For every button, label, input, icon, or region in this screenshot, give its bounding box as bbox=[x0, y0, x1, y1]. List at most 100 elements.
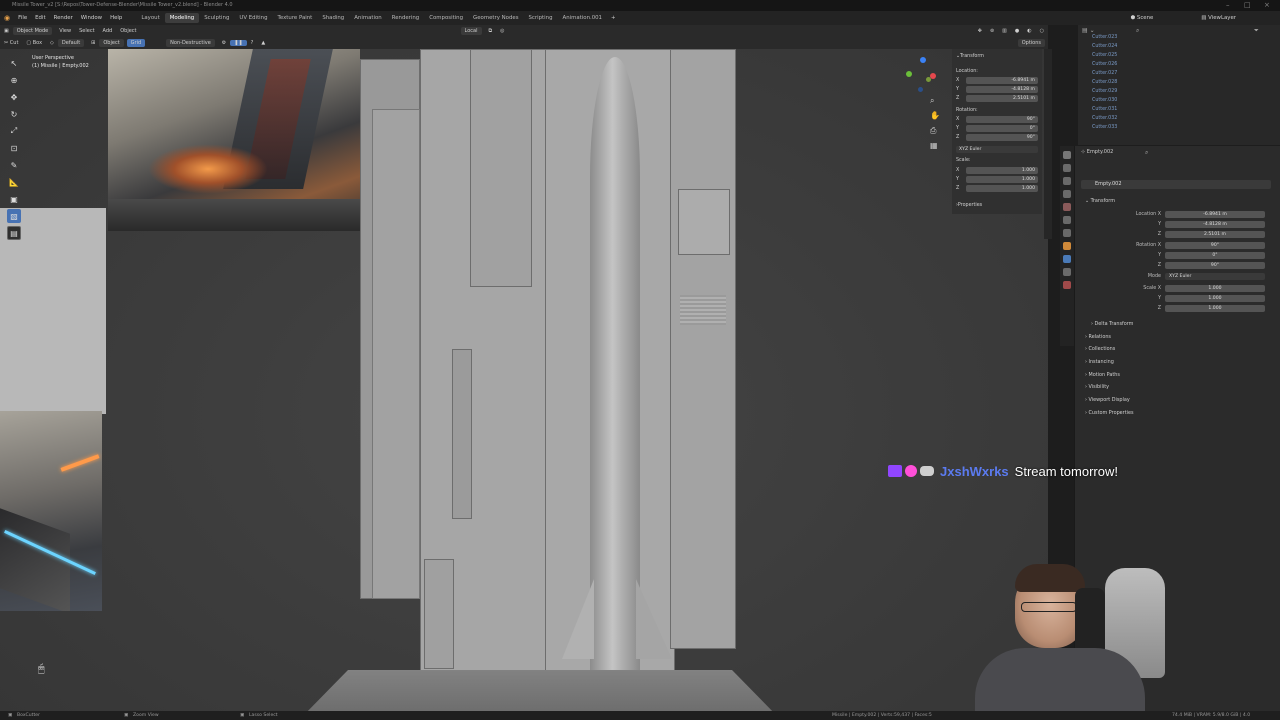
close-icon[interactable]: × bbox=[1264, 0, 1270, 11]
snap-icon[interactable]: ⧉ bbox=[485, 28, 497, 34]
select-tool-icon[interactable]: ↖ bbox=[7, 56, 21, 70]
location-y-field[interactable]: -4.8128 m bbox=[966, 85, 1038, 93]
tower-side-rail[interactable] bbox=[452, 349, 472, 519]
move-tool-icon[interactable]: ✥ bbox=[7, 90, 21, 104]
rotation-z-field[interactable]: 90° bbox=[966, 133, 1038, 141]
boxcutter-tool-icon[interactable]: ▧ bbox=[7, 209, 21, 223]
scale-x-field[interactable]: 1.000 bbox=[966, 166, 1038, 174]
cut-tool[interactable]: ✂ Cut bbox=[0, 40, 22, 46]
warning-icon[interactable]: ▲ bbox=[257, 40, 269, 46]
tab-modeling[interactable]: Modeling bbox=[164, 13, 200, 23]
transform-section[interactable]: ⌄ Transform bbox=[1085, 198, 1115, 204]
visibility-section[interactable]: › Visibility bbox=[1085, 384, 1109, 390]
transform-header[interactable]: ⌄ Transform bbox=[956, 52, 1038, 60]
missile-body[interactable] bbox=[590, 57, 640, 689]
align-icon[interactable]: ⊞ bbox=[87, 40, 99, 46]
rotation-y-field[interactable]: 0° bbox=[966, 124, 1038, 132]
delta-transform-section[interactable]: › Delta Transform bbox=[1091, 321, 1133, 327]
tower-right-hatch[interactable] bbox=[678, 189, 730, 255]
custom-properties-section[interactable]: › Custom Properties bbox=[1085, 410, 1134, 416]
menu-select[interactable]: Select bbox=[75, 28, 98, 34]
outliner[interactable]: ▤ ⌄ ⌕ ⏷ Cutter.023 Cutter.024 Cutter.025… bbox=[1078, 25, 1280, 145]
measure-tool-icon[interactable]: 📐 bbox=[7, 175, 21, 189]
annotate-tool-icon[interactable]: ✎ bbox=[7, 158, 21, 172]
blender-logo-icon[interactable]: ◉ bbox=[0, 14, 14, 22]
shading-rendered-icon[interactable]: ○ bbox=[1036, 28, 1048, 34]
location-z-field[interactable]: 2.5101 m bbox=[966, 94, 1038, 102]
properties-subpanel[interactable]: › Properties bbox=[956, 201, 1038, 209]
world-tab-icon[interactable] bbox=[1063, 216, 1071, 224]
boolean-mode-selector[interactable]: Non-Destructive bbox=[166, 38, 215, 47]
outliner-item[interactable]: Cutter.029 bbox=[1092, 89, 1117, 94]
scene-selector[interactable]: ⬢ Scene bbox=[1127, 15, 1158, 21]
view-layer-tab-icon[interactable] bbox=[1063, 190, 1071, 198]
prop-rotation-z[interactable]: 90° bbox=[1165, 262, 1265, 269]
menu-window[interactable]: Window bbox=[77, 15, 106, 21]
prop-scale-y[interactable]: 1.000 bbox=[1165, 295, 1265, 302]
outliner-editor-icon[interactable]: ▤ ⌄ bbox=[1082, 27, 1095, 34]
viewport-display-section[interactable]: › Viewport Display bbox=[1085, 397, 1130, 403]
tower-right-column[interactable] bbox=[670, 49, 736, 649]
data-tab-icon[interactable] bbox=[1063, 281, 1071, 289]
camera-icon[interactable]: ⎙ bbox=[930, 126, 936, 136]
shading-solid-icon[interactable]: ● bbox=[1011, 28, 1023, 34]
tab-animation-001[interactable]: Animation.001 bbox=[558, 13, 608, 23]
outliner-item[interactable]: Cutter.032 bbox=[1092, 116, 1117, 121]
rotation-x-field[interactable]: 90° bbox=[966, 115, 1038, 123]
prop-scale-z[interactable]: 1.000 bbox=[1165, 305, 1265, 312]
tab-layout[interactable]: Layout bbox=[136, 13, 164, 23]
orientation-selector[interactable]: Default bbox=[57, 38, 85, 47]
collection-tab-icon[interactable] bbox=[1063, 229, 1071, 237]
ortho-grid-icon[interactable]: ▦ bbox=[930, 141, 938, 150]
collections-section[interactable]: › Collections bbox=[1085, 346, 1115, 352]
tab-shading[interactable]: Shading bbox=[317, 13, 349, 23]
add-cube-tool-icon[interactable]: ▣ bbox=[7, 192, 21, 206]
scale-z-field[interactable]: 1.000 bbox=[966, 184, 1038, 192]
help-icon[interactable]: ? bbox=[247, 40, 258, 46]
object-selector[interactable]: Object bbox=[99, 38, 124, 47]
tab-geometry-nodes[interactable]: Geometry Nodes bbox=[468, 13, 523, 23]
minimize-icon[interactable]: – bbox=[1226, 0, 1230, 11]
location-x-field[interactable]: -6.8941 m bbox=[966, 76, 1038, 84]
sidebar-tabs[interactable] bbox=[1044, 49, 1052, 239]
tab-animation[interactable]: Animation bbox=[349, 13, 386, 23]
outliner-item[interactable]: Cutter.033 bbox=[1092, 125, 1117, 130]
prop-rotation-y[interactable]: 0° bbox=[1165, 252, 1265, 259]
object-name-field[interactable]: Empty.002 bbox=[1081, 180, 1271, 189]
outliner-item[interactable]: Cutter.027 bbox=[1092, 71, 1117, 76]
rotation-mode-select[interactable]: XYZ Euler bbox=[956, 145, 1038, 153]
overlay-icon[interactable]: ⊚ bbox=[986, 28, 998, 34]
render-tab-icon[interactable] bbox=[1063, 164, 1071, 172]
options-button[interactable]: Options bbox=[1017, 38, 1045, 47]
relations-section[interactable]: › Relations bbox=[1085, 334, 1111, 340]
outliner-item[interactable]: Cutter.030 bbox=[1092, 98, 1117, 103]
reference-image-top[interactable] bbox=[108, 49, 360, 231]
tower-left-panel[interactable] bbox=[372, 109, 420, 599]
outliner-item[interactable]: Cutter.023 bbox=[1092, 35, 1117, 40]
cursor-tool-icon[interactable]: ⊕ bbox=[7, 73, 21, 87]
maximize-icon[interactable]: □ bbox=[1244, 0, 1251, 11]
snap-grid-selector[interactable]: Grid bbox=[126, 38, 146, 47]
tool-tab-icon[interactable] bbox=[1063, 151, 1071, 159]
prop-location-x[interactable]: -6.8941 m bbox=[1165, 211, 1265, 218]
tab-uv-editing[interactable]: UV Editing bbox=[234, 13, 272, 23]
mode-selector[interactable]: Object Mode bbox=[12, 26, 53, 35]
pan-icon[interactable]: ✋ bbox=[930, 111, 940, 120]
tab-scripting[interactable]: Scripting bbox=[524, 13, 558, 23]
scale-y-field[interactable]: 1.000 bbox=[966, 175, 1038, 183]
viewport-gizmo-icon[interactable]: ✥ bbox=[974, 28, 986, 34]
filter-icon[interactable]: ⏷ bbox=[1254, 27, 1259, 35]
transform-tool-icon[interactable]: ⊡ bbox=[7, 141, 21, 155]
scale-tool-icon[interactable]: ⤢ bbox=[7, 124, 21, 138]
menu-render[interactable]: Render bbox=[50, 15, 77, 21]
hardops-tool-icon[interactable]: ▤ bbox=[7, 226, 21, 240]
outliner-search-icon[interactable]: ⌕ bbox=[1136, 27, 1139, 35]
viewlayer-selector[interactable]: ▤ ViewLayer bbox=[1197, 15, 1240, 21]
outliner-item[interactable]: Cutter.028 bbox=[1092, 80, 1117, 85]
outliner-item[interactable]: Cutter.026 bbox=[1092, 62, 1117, 67]
shading-material-icon[interactable]: ◐ bbox=[1023, 28, 1035, 34]
object-tab-icon[interactable] bbox=[1063, 242, 1071, 250]
tab-compositing[interactable]: Compositing bbox=[424, 13, 468, 23]
tab-rendering[interactable]: Rendering bbox=[387, 13, 425, 23]
pivot-selector[interactable]: Local bbox=[460, 26, 482, 35]
